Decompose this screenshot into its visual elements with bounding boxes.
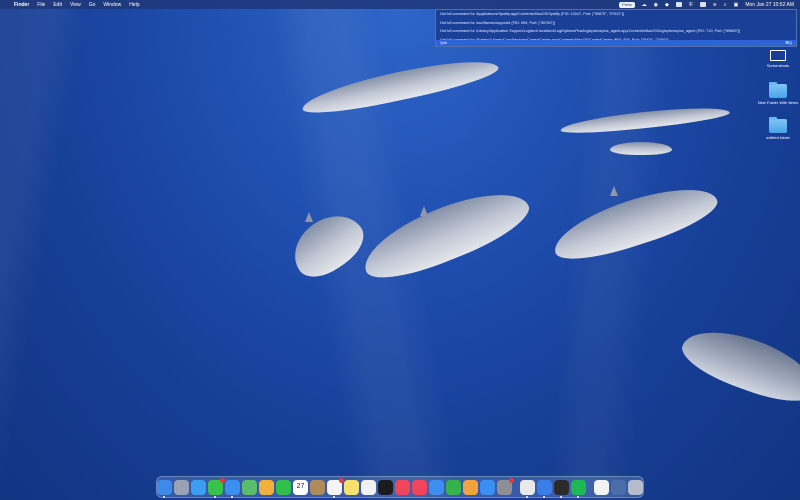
desktop-icon-label: Screenshots [766, 63, 790, 68]
running-indicator [526, 495, 528, 498]
dolphin-fin [420, 206, 428, 216]
calendar-icon[interactable]: 27 [293, 479, 308, 495]
control-center-icon[interactable]: ▣ [734, 2, 739, 8]
mail-icon[interactable] [225, 479, 240, 498]
dolphin-fin [610, 186, 618, 196]
reminders-icon[interactable] [327, 477, 344, 498]
keyboard-icon[interactable] [675, 2, 682, 7]
menu-view[interactable]: View [70, 2, 81, 8]
quit-label: Quit [440, 41, 447, 45]
menu-item-kill-logioptions[interactable]: Get kill command for /Library/Applicatio… [436, 27, 796, 36]
menu-item-kill-rapportd[interactable]: Get kill command for /usr/libexec/rappor… [436, 19, 796, 28]
running-indicator [214, 495, 216, 498]
running-indicator [333, 495, 335, 498]
ports-dropdown-menu: Get kill command for /Applications/Spoti… [435, 9, 797, 47]
dropbox-icon[interactable]: ◆ [665, 2, 669, 8]
dock: 27 [156, 476, 644, 498]
spotify-icon[interactable] [571, 479, 586, 498]
menu-file[interactable]: File [37, 2, 45, 8]
wifi-icon[interactable]: ≋ [713, 2, 717, 8]
xcode-icon[interactable] [537, 479, 552, 498]
menu-go[interactable]: Go [89, 2, 96, 8]
quit-shortcut: ⌘Q [785, 41, 792, 45]
desktop-icon-label: New Folder With Items [757, 100, 799, 105]
maps-icon[interactable] [242, 479, 257, 495]
eye-icon[interactable]: ◉ [654, 2, 658, 8]
running-indicator [543, 495, 545, 498]
finder-icon[interactable] [157, 479, 172, 498]
photos-icon[interactable] [259, 479, 274, 495]
desktop-icon-label: untitled folder [765, 135, 790, 140]
shield-icon[interactable]: ⛨ [689, 2, 693, 8]
freeform-icon[interactable] [361, 479, 376, 495]
dolphin-fin [305, 212, 313, 222]
trash-icon[interactable] [628, 479, 643, 495]
safari-icon[interactable] [191, 479, 206, 495]
terminal-icon[interactable] [554, 479, 569, 498]
search-icon[interactable]: ⌕ [724, 2, 727, 8]
document-icon[interactable] [594, 479, 609, 495]
keynote-icon[interactable] [429, 479, 444, 495]
menu-item-kill-spotify[interactable]: Get kill command for /Applications/Spoti… [436, 10, 796, 19]
launchpad-icon[interactable] [174, 479, 189, 495]
tv-icon[interactable] [378, 479, 393, 495]
menu-item-quit[interactable]: Quit ⌘Q [436, 40, 796, 46]
system-settings-icon[interactable] [497, 477, 514, 495]
running-indicator [577, 495, 579, 498]
facetime-icon[interactable] [276, 479, 291, 495]
notification-badge [509, 477, 514, 483]
menu-clock[interactable]: Mon Jan 27 10:52 AM [745, 2, 794, 8]
messages-icon[interactable] [208, 477, 225, 498]
desktop-icon-untitled-folder[interactable]: untitled folder [756, 117, 800, 140]
pages-icon[interactable] [463, 479, 478, 495]
app-store-icon[interactable] [480, 479, 495, 495]
news-icon[interactable] [412, 479, 427, 495]
battery-icon[interactable] [699, 2, 706, 7]
menu-help[interactable]: Help [129, 2, 139, 8]
calendar-day: 27 [296, 482, 305, 490]
contacts-icon[interactable] [310, 479, 325, 495]
notes-icon[interactable] [344, 479, 359, 495]
numbers-icon[interactable] [446, 479, 461, 495]
folder-stack-icon[interactable] [611, 479, 626, 495]
desktop-icon-new-folder-with-items[interactable]: New Folder With Items [756, 82, 800, 105]
screenshots-folder-icon [770, 50, 786, 61]
folder-icon [769, 82, 787, 98]
menu-window[interactable]: Window [103, 2, 121, 8]
cloud-icon[interactable]: ☁ [642, 2, 647, 8]
folder-icon [769, 117, 787, 133]
menu-bar: Finder File Edit View Go Window Help Por… [0, 0, 800, 9]
menu-app-name[interactable]: Finder [14, 2, 29, 8]
menu-edit[interactable]: Edit [53, 2, 62, 8]
running-indicator [231, 495, 233, 498]
music-icon[interactable] [395, 479, 410, 495]
desktop-icon-screenshots[interactable]: Screenshots [756, 50, 800, 68]
running-indicator [163, 495, 165, 498]
ports-menu-button[interactable]: Ports [619, 1, 635, 8]
running-indicator [560, 495, 562, 498]
chrome-icon[interactable] [520, 479, 535, 498]
dolphin-shape [610, 142, 672, 155]
